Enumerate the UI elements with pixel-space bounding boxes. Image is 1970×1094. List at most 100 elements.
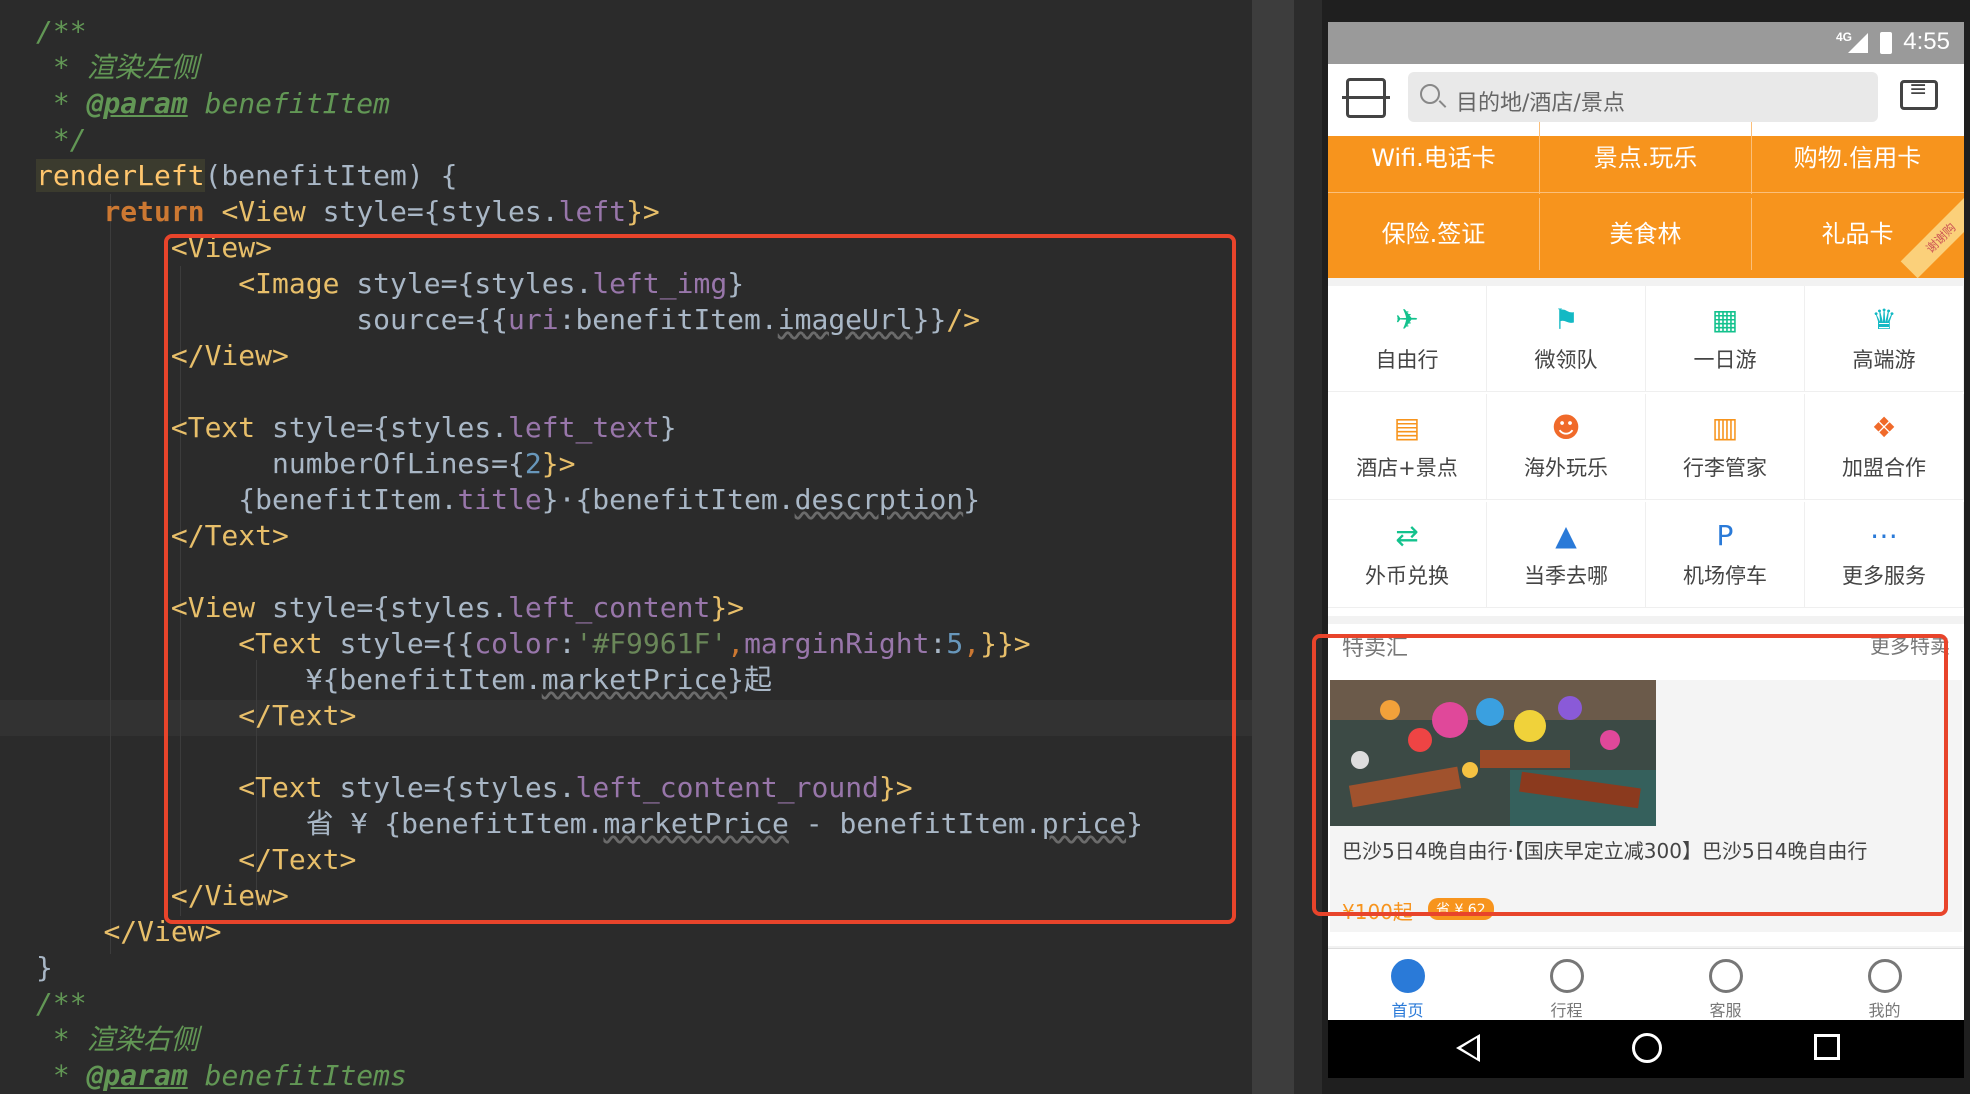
building-icon: ▤ <box>1393 411 1421 444</box>
category-attractions[interactable]: 景点.玩乐 <box>1540 122 1752 194</box>
category-food[interactable]: 美食林 <box>1540 198 1752 270</box>
service-item[interactable]: ❖ 加盟合作 <box>1805 394 1964 500</box>
flag-icon: ⚑ <box>1553 303 1579 336</box>
home-circle-icon[interactable] <box>1632 1033 1662 1063</box>
code-token: * <box>36 1059 87 1092</box>
tab-label: 首页 <box>1391 1001 1424 1020</box>
phone-emulator: 4G 4:55 目的地/酒店/景点 Wifi.电话卡 景点.玩乐 购物.信用卡 … <box>1322 0 1970 1094</box>
service-item[interactable]: ⇄ 外币兑换 <box>1328 502 1487 608</box>
code-line[interactable]: * @param benefitItems <box>36 1058 1143 1094</box>
code-token: * <box>36 87 87 120</box>
tab-label: 客服 <box>1709 1001 1742 1020</box>
exchange-icon: ⇄ <box>1395 519 1419 552</box>
code-token: * 渲染左侧 <box>36 51 199 84</box>
grid-divider <box>1328 192 1964 193</box>
code-line[interactable]: * 渲染右侧 <box>36 1022 1143 1058</box>
more-icon: ⋯ <box>1870 519 1898 552</box>
code-line[interactable]: /** <box>36 14 1143 50</box>
service-label: 一日游 <box>1693 348 1757 372</box>
service-label: 海外玩乐 <box>1524 456 1608 480</box>
code-highlight-box <box>164 234 1236 924</box>
service-item[interactable]: ✈ 自由行 <box>1328 286 1487 392</box>
tab-item[interactable]: 首页 <box>1328 949 1487 1021</box>
search-placeholder: 目的地/酒店/景点 <box>1456 91 1625 116</box>
headset-icon <box>1708 959 1743 993</box>
back-icon[interactable] <box>1456 1034 1480 1062</box>
service-label: 微领队 <box>1534 348 1598 372</box>
service-grid: ✈ 自由行 ⚑ 微领队 ▦ 一日游 ♛ 高端游 ▤ 酒店+景点 ☻ 海外玩乐 ▥ 行李管家 ❖ 加盟合作 ⇄ 外币… <box>1328 286 1964 616</box>
service-item[interactable]: ⚑ 微领队 <box>1487 286 1646 392</box>
service-item[interactable]: ▲ 当季去哪 <box>1487 502 1646 608</box>
code-line[interactable]: /** <box>36 986 1143 1022</box>
service-item[interactable]: ☻ 海外玩乐 <box>1487 394 1646 500</box>
recent-apps-icon[interactable] <box>1814 1034 1840 1060</box>
service-item[interactable]: ▦ 一日游 <box>1646 286 1805 392</box>
status-time: 4:55 <box>1903 28 1950 55</box>
tab-item[interactable]: 行程 <box>1487 949 1646 1021</box>
code-token: left <box>558 195 627 228</box>
category-shopping[interactable]: 购物.信用卡 <box>1752 122 1963 194</box>
crown-icon: ♛ <box>1871 303 1897 336</box>
category-insurance-visa[interactable]: 保险.签证 <box>1328 198 1540 270</box>
code-line[interactable]: return <View style={styles.left}> <box>36 194 1143 230</box>
code-token: @param <box>86 1059 188 1092</box>
service-label: 机场停车 <box>1683 564 1767 588</box>
android-nav-bar <box>1328 1020 1964 1078</box>
category-wifi[interactable]: Wifi.电话卡 <box>1328 122 1540 194</box>
phone-screen: 4G 4:55 目的地/酒店/景点 Wifi.电话卡 景点.玩乐 购物.信用卡 … <box>1328 22 1964 1078</box>
service-item[interactable]: P 机场停车 <box>1646 502 1805 608</box>
service-label: 酒店+景点 <box>1356 456 1458 480</box>
code-line[interactable]: */ <box>36 122 1143 158</box>
code-line[interactable]: * @param benefitItem <box>36 86 1143 122</box>
code-token: renderLeft <box>36 159 205 192</box>
handshake-icon: ❖ <box>1871 411 1897 444</box>
tab-label: 行程 <box>1550 1001 1583 1020</box>
service-label: 高端游 <box>1852 348 1916 372</box>
code-token: * 渲染右侧 <box>36 1023 199 1056</box>
code-line[interactable]: renderLeft(benefitItem) { <box>36 158 1143 194</box>
scan-icon[interactable] <box>1342 78 1390 118</box>
home-icon <box>1390 959 1425 993</box>
code-editor[interactable]: /** * 渲染左侧 * @param benefitItem */render… <box>0 0 1252 1094</box>
code-token: <View <box>221 195 323 228</box>
code-token: style <box>322 195 407 228</box>
search-input[interactable]: 目的地/酒店/景点 <box>1408 72 1878 122</box>
mask-icon: ☻ <box>1551 411 1581 444</box>
service-label: 更多服务 <box>1842 564 1926 588</box>
pane-divider[interactable] <box>1252 0 1322 1094</box>
code-token: } <box>36 951 53 984</box>
service-item[interactable]: ▤ 酒店+景点 <box>1328 394 1487 500</box>
luggage-icon: ▥ <box>1711 411 1739 444</box>
service-label: 加盟合作 <box>1842 456 1926 480</box>
service-item[interactable]: ♛ 高端游 <box>1805 286 1964 392</box>
code-token: (benefitItem) { <box>204 159 458 192</box>
search-icon <box>1420 84 1440 104</box>
code-token: */ <box>36 123 87 156</box>
service-item[interactable]: ⋯ 更多服务 <box>1805 502 1964 608</box>
service-label: 自由行 <box>1375 348 1439 372</box>
code-token: return <box>103 195 205 228</box>
message-icon[interactable] <box>1900 77 1938 110</box>
thumbs-up-icon: ▲ <box>1555 519 1577 552</box>
tab-item[interactable]: 我的 <box>1805 949 1964 1021</box>
service-label: 外币兑换 <box>1365 564 1449 588</box>
code-token: benefitItems <box>187 1059 407 1092</box>
person-run-icon: ✈ <box>1395 303 1419 336</box>
service-item[interactable]: ▥ 行李管家 <box>1646 394 1805 500</box>
tab-item[interactable]: 客服 <box>1646 949 1805 1021</box>
code-line[interactable]: * 渲染左侧 <box>36 50 1143 86</box>
calendar-icon: ▦ <box>1711 303 1739 336</box>
code-line[interactable]: } <box>36 950 1143 986</box>
code-token: }> <box>626 195 660 228</box>
code-token: /** <box>36 15 87 48</box>
service-label: 行李管家 <box>1683 456 1767 480</box>
